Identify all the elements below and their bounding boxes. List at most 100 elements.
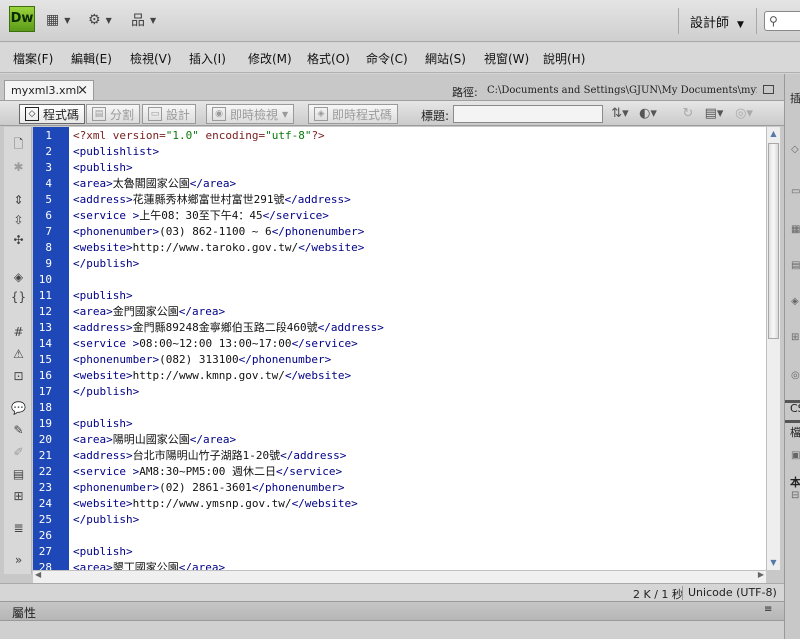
design-view-label: 設計 (166, 107, 191, 122)
code-line: <area>金門國家公園</area> (73, 305, 226, 318)
line-number: 22 (38, 465, 52, 478)
restore-window-icon[interactable] (763, 85, 774, 94)
divider (678, 8, 679, 34)
code-line: <publish> (73, 417, 133, 430)
live-code-button[interactable]: ◈ 即時程式碼 (308, 104, 399, 124)
tree-toggle-icon[interactable]: ⊟ (791, 490, 799, 501)
site-menu-button[interactable]: 品 ▼ (131, 10, 156, 30)
menu-window[interactable]: 視窗(W) (484, 50, 529, 67)
select-parent-tag-icon[interactable]: ◈ (10, 270, 27, 285)
panel-item-icon[interactable]: ▤ (791, 260, 800, 271)
menu-edit[interactable]: 編輯(E) (71, 50, 112, 67)
view-options-icon[interactable]: ▤▾ (704, 105, 724, 123)
line-number: 28 (38, 561, 52, 570)
line-number: 23 (38, 481, 52, 494)
panel-item-icon[interactable]: ⊞ (791, 332, 799, 343)
collapse-full-tag-icon[interactable]: ⇕ (10, 193, 27, 208)
remove-comment-icon[interactable]: ✎ (10, 423, 27, 438)
menu-insert[interactable]: 插入(I) (189, 50, 226, 67)
code-line: <website>http://www.kmnp.gov.tw/</websit… (73, 369, 352, 382)
open-documents-icon[interactable]: 🗋 (10, 137, 27, 152)
design-icon: ▭ (148, 107, 162, 121)
css-panel-tab[interactable]: CS (790, 402, 800, 415)
file-management-icon[interactable]: ⇅▾ (610, 105, 630, 123)
indent-code-icon[interactable]: ≣ (10, 521, 27, 536)
code-line: <publish> (73, 545, 133, 558)
move-css-icon[interactable]: ⊞ (10, 489, 27, 504)
recent-snippets-icon[interactable]: ▤ (10, 467, 27, 482)
line-number: 8 (45, 241, 52, 254)
code-line: <area>陽明山國家公園</area> (73, 433, 237, 446)
layout-menu-button[interactable]: ▦ ▼ (46, 10, 70, 30)
code-icon: ◇ (25, 107, 39, 121)
line-number: 21 (38, 449, 52, 462)
highlight-invalid-code-icon[interactable]: ⚠ (10, 347, 27, 362)
site-icon[interactable]: ▣ (791, 450, 800, 461)
scroll-up-icon[interactable]: ▲ (767, 127, 780, 141)
files-panel-tab[interactable]: 檔 (790, 424, 800, 440)
more-tools-icon[interactable]: » (10, 553, 27, 568)
encoding: Unicode (UTF-8) (688, 586, 777, 599)
panel-item-icon[interactable]: ◇ (791, 144, 799, 155)
preview-browser-icon[interactable]: ◐▾ (638, 105, 658, 123)
expand-all-icon[interactable]: ✣ (10, 233, 27, 248)
line-number: 14 (38, 337, 52, 350)
panel-item-icon[interactable]: ▭ (791, 186, 800, 197)
scroll-thumb[interactable] (768, 143, 779, 339)
menu-format[interactable]: 格式(O) (307, 50, 350, 67)
extend-menu-button[interactable]: ⚙ ▼ (88, 10, 112, 30)
gear-icon: ⚙ (88, 12, 101, 28)
panel-item-icon[interactable]: ◎ (791, 370, 800, 381)
syntax-error-icon[interactable]: ⊡ (10, 369, 27, 384)
refresh-icon[interactable]: ↻ (678, 105, 698, 123)
workspace-label: 設計師 (690, 16, 730, 31)
scroll-left-icon[interactable]: ◀ (35, 570, 41, 579)
close-icon[interactable]: × (77, 81, 88, 100)
search-input[interactable]: ⚲ (764, 11, 800, 31)
show-code-navigator-icon[interactable]: ✱ (10, 160, 27, 175)
properties-label: 屬性 (12, 606, 37, 620)
menu-site[interactable]: 網站(S) (425, 50, 466, 67)
insert-panel-tab[interactable]: 插 (790, 90, 800, 106)
menu-commands[interactable]: 命令(C) (366, 50, 408, 67)
chevron-down-icon: ▼ (737, 20, 744, 30)
split-view-button[interactable]: ▤ 分割 (86, 104, 141, 124)
collapse-selection-icon[interactable]: ⇳ (10, 213, 27, 228)
split-view-label: 分割 (110, 107, 135, 122)
menu-help[interactable]: 說明(H) (543, 50, 585, 67)
menu-view[interactable]: 檢視(V) (130, 50, 172, 67)
horizontal-scrollbar[interactable]: ◀ ▶ (33, 570, 766, 583)
line-numbers-icon[interactable]: # (10, 325, 27, 340)
balance-braces-icon[interactable]: {} (10, 290, 27, 305)
code-view-button[interactable]: ◇ 程式碼 (19, 104, 86, 124)
panel-item-icon[interactable]: ◈ (791, 296, 799, 307)
line-number: 3 (45, 161, 52, 174)
code-line: <area>墾丁國家公園</area> (73, 561, 226, 570)
layout-icon: ▦ (46, 12, 60, 28)
code-editor[interactable]: 1 2 3 4 5 6 7 8 9 10 11 12 13 14 15 16 17 18 19 20 21 22 23 24 2… (33, 127, 766, 570)
menu-modify[interactable]: 修改(M) (248, 50, 292, 67)
line-number: 27 (38, 545, 52, 558)
document-tab[interactable]: myxml3.xml × (4, 80, 94, 101)
design-view-button[interactable]: ▭ 設計 (142, 104, 197, 124)
menu-file[interactable]: 檔案(F) (13, 50, 53, 67)
code-view-label: 程式碼 (43, 107, 80, 122)
code-line: <address>花蓮縣秀林鄉富世村富世291號</address> (73, 193, 351, 206)
apply-comment-icon[interactable]: 💬 (10, 401, 27, 416)
visual-aids-icon[interactable]: ◎▾ (734, 105, 754, 123)
properties-header[interactable]: 屬性 ≡ (0, 602, 784, 621)
panel-item-icon[interactable]: ▦ (791, 224, 800, 235)
scroll-down-icon[interactable]: ▼ (767, 556, 780, 570)
line-number: 18 (38, 401, 52, 414)
wrap-tag-icon[interactable]: ✐ (10, 445, 27, 460)
line-number: 12 (38, 305, 52, 318)
vertical-scrollbar[interactable]: ▲ ▼ (766, 127, 780, 570)
scroll-right-icon[interactable]: ▶ (758, 570, 764, 579)
live-view-button[interactable]: ◉ 即時檢視 ▼ (206, 104, 295, 124)
document-window: myxml3.xml × 路徑: C:\Documents and Settin… (0, 74, 784, 601)
panel-options-icon[interactable]: ≡ (764, 604, 772, 615)
page-title-input[interactable] (453, 105, 603, 123)
line-number: 11 (38, 289, 52, 302)
workspace-switcher[interactable]: 設計師 ▼ (690, 12, 744, 31)
line-number: 5 (45, 193, 52, 206)
